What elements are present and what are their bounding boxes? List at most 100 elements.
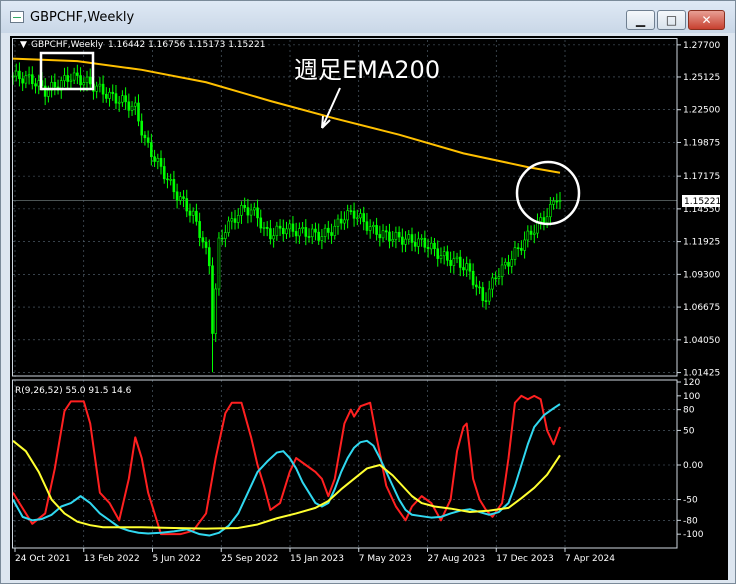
close-button[interactable]: ✕	[688, 10, 725, 30]
time-tick-label: 24 Oct 2021	[15, 554, 71, 564]
candle-body	[288, 223, 292, 230]
candle-body	[34, 83, 37, 87]
price-tick-label: 1.09300	[683, 270, 720, 280]
candle-body	[301, 227, 304, 229]
candle-body	[449, 260, 452, 266]
candle-body	[272, 235, 275, 240]
candle-body	[175, 191, 179, 201]
candle-body	[114, 93, 118, 104]
candle-body	[265, 226, 269, 229]
price-tick-label: 1.25125	[683, 73, 720, 83]
candle-body	[349, 210, 353, 212]
candle-body	[156, 158, 160, 162]
candle-body	[294, 231, 298, 237]
candle-body	[439, 255, 443, 259]
candle-body	[410, 234, 414, 243]
price-tick-label: 1.27700	[683, 41, 720, 51]
candle-body	[169, 179, 172, 181]
candle-body	[314, 228, 317, 233]
candle-body	[404, 238, 407, 245]
candle-body	[359, 213, 362, 219]
candle-body	[101, 83, 105, 95]
candle-body	[201, 237, 205, 243]
candle-body	[224, 232, 227, 239]
candle-body	[346, 210, 349, 221]
candle-body	[72, 72, 76, 81]
candle-body	[491, 277, 494, 290]
candle-body	[368, 226, 372, 231]
candle-body	[320, 236, 324, 241]
ema-annotation-label: 週足EMA200	[294, 56, 440, 84]
candle-body	[146, 137, 150, 143]
candle-body	[47, 89, 50, 97]
candle-body	[153, 156, 156, 162]
time-tick-label: 5 Jun 2022	[153, 554, 201, 564]
candle-body	[53, 81, 57, 88]
candle-body	[31, 74, 34, 85]
candle-body	[372, 225, 375, 227]
candle-body	[220, 237, 224, 240]
candle-body	[500, 264, 504, 278]
price-tick-label: 1.22500	[683, 106, 720, 116]
terminal-window: GBPCHF,Weekly ▁ □ ✕ 1.27700 1.25125 1.2250…	[0, 0, 736, 584]
candle-body	[253, 207, 256, 211]
candle-body	[423, 237, 427, 248]
indicator-tick-label: -80	[683, 516, 698, 526]
candle-body	[76, 72, 79, 76]
candle-body	[458, 256, 462, 268]
ohlc-readout: 1.16442 1.16756 1.15173 1.15221	[108, 40, 265, 50]
candle-body	[384, 230, 388, 233]
candle-body	[388, 231, 391, 242]
candle-body	[198, 221, 201, 238]
candle-body	[339, 218, 343, 224]
candle-body	[275, 225, 279, 237]
candle-body	[259, 217, 263, 229]
candle-body	[323, 227, 327, 237]
candle-body	[397, 231, 401, 238]
candle-body	[539, 217, 542, 222]
candle-body	[391, 239, 394, 242]
candle-body	[378, 234, 382, 239]
price-tick-label: 1.11925	[683, 238, 720, 248]
price-tick-label: 1.19875	[683, 138, 720, 148]
candle-body	[108, 91, 111, 99]
candle-body	[503, 261, 507, 266]
window-titlebar[interactable]: GBPCHF,Weekly ▁ □ ✕	[1, 1, 735, 33]
candle-body	[291, 223, 295, 232]
candle-body	[246, 207, 250, 216]
candle-body	[98, 83, 102, 87]
candle-body	[227, 220, 230, 233]
candle-body	[552, 200, 555, 205]
symbol-label: GBPCHF,Weekly	[31, 40, 104, 50]
candle-body	[475, 284, 478, 288]
candle-body	[21, 78, 24, 84]
maximize-button[interactable]: □	[657, 10, 686, 30]
candle-body	[281, 227, 285, 235]
minimize-button[interactable]: ▁	[626, 10, 655, 30]
candle-body	[111, 91, 115, 94]
candle-body	[516, 247, 520, 250]
candle-body	[69, 79, 73, 82]
candle-body	[310, 228, 314, 238]
candle-body	[143, 134, 147, 139]
candle-body	[455, 256, 459, 260]
candle-body	[471, 270, 475, 286]
candle-body	[545, 216, 549, 223]
candle-body	[327, 227, 330, 233]
candle-body	[85, 76, 89, 83]
candle-body	[558, 200, 562, 202]
candle-body	[407, 234, 411, 240]
candle-body	[240, 205, 243, 216]
chart-area[interactable]: 1.277001.251251.225001.198751.171751.145…	[10, 36, 728, 580]
time-tick-label: 13 Feb 2022	[84, 554, 140, 564]
candle-body	[542, 217, 546, 223]
candle-body	[236, 215, 240, 223]
candle-body	[330, 232, 333, 236]
candle-body	[298, 228, 301, 237]
candle-body	[507, 261, 510, 267]
candle-body	[484, 300, 488, 302]
symbol-menu-icon[interactable]: ▼	[20, 40, 27, 50]
candle-body	[436, 248, 440, 259]
candle-body	[195, 210, 198, 222]
candle-body	[105, 93, 108, 99]
